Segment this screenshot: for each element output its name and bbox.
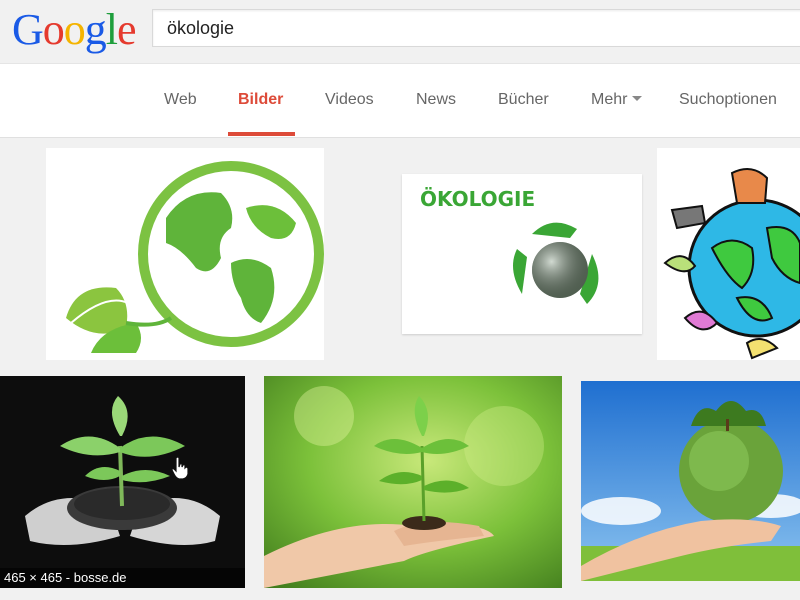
globe-leaf-image [46, 148, 324, 360]
image-result-5[interactable] [264, 376, 562, 588]
logo-letter-g2: g [84, 5, 107, 54]
recycling-earth-image: ÖKOLOGIE [402, 174, 642, 334]
image-2-title: ÖKOLOGIE [420, 187, 535, 211]
logo-letter-l: l [105, 5, 118, 54]
image-result-6[interactable] [581, 381, 800, 581]
search-box [152, 9, 800, 47]
image-result-1[interactable] [46, 148, 324, 360]
tab-mehr[interactable]: Mehr [591, 91, 643, 109]
cartoon-earth-image [657, 148, 800, 360]
logo-letter-g: G [12, 5, 44, 54]
tab-web[interactable]: Web [164, 91, 197, 109]
tab-videos[interactable]: Videos [325, 91, 374, 109]
logo-letter-o1: o [42, 5, 65, 54]
active-tab-indicator [228, 132, 295, 136]
image-caption: 465 × 465 - bosse.de [0, 568, 245, 588]
tab-suchoptionen[interactable]: Suchoptionen [679, 91, 777, 109]
tab-bilder[interactable]: Bilder [238, 91, 283, 109]
tab-news[interactable]: News [416, 91, 456, 109]
logo-letter-e: e [117, 5, 137, 54]
image-result-2[interactable]: ÖKOLOGIE [402, 174, 642, 334]
seedling-bw-image [0, 376, 245, 588]
image-results-grid: ÖKOLOGIE 465 × 465 - bosse.de [0, 139, 800, 600]
image-result-3[interactable] [657, 148, 800, 360]
google-logo[interactable]: Google [12, 5, 137, 54]
search-tabs: Web Bilder Videos News Bücher Mehr Sucho… [0, 64, 800, 138]
caret-down-icon [632, 96, 643, 102]
hands-seedling-image [264, 376, 562, 588]
logo-letter-o2: o [63, 5, 86, 54]
tab-buecher[interactable]: Bücher [498, 91, 549, 109]
hand-globe-trees-image [581, 381, 800, 581]
tab-mehr-label: Mehr [591, 91, 628, 108]
header: Google [0, 0, 800, 64]
image-result-4[interactable]: 465 × 465 - bosse.de [0, 376, 245, 588]
search-input[interactable] [153, 10, 800, 46]
